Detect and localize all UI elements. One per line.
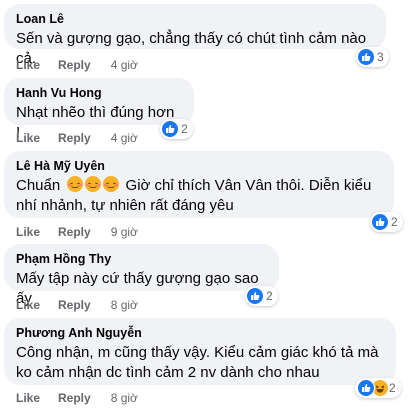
reply-button[interactable]: Reply bbox=[58, 225, 91, 239]
like-button[interactable]: Like bbox=[16, 298, 40, 312]
reaction-count: 2 bbox=[181, 122, 188, 136]
like-reaction-icon bbox=[358, 49, 374, 65]
smiling-blush-emoji-icon bbox=[103, 176, 120, 192]
comment-timestamp[interactable]: 4 giờ bbox=[111, 58, 138, 72]
comment-actions: Like Reply 4 giờ bbox=[16, 130, 138, 146]
reaction-count: 3 bbox=[377, 50, 384, 64]
reaction-count: 2 bbox=[266, 289, 273, 303]
like-button[interactable]: Like bbox=[16, 225, 40, 239]
comment-author[interactable]: Hanh Vu Hong bbox=[16, 85, 182, 101]
reply-button[interactable]: Reply bbox=[58, 391, 91, 405]
reaction-summary[interactable]: 2 bbox=[160, 119, 193, 139]
comment-actions: Like Reply 8 giờ bbox=[16, 390, 138, 406]
comment-text-start: Chuẩn bbox=[16, 177, 61, 194]
reaction-summary[interactable]: 3 bbox=[356, 47, 389, 67]
like-reaction-icon bbox=[247, 288, 263, 304]
reaction-count: 2 bbox=[389, 381, 396, 395]
comment-bubble: Hanh Vu Hong Nhạt nhẽo thì đúng hơn ! bbox=[4, 78, 194, 141]
like-button[interactable]: Like bbox=[16, 131, 40, 145]
comment-actions: Like Reply 4 giờ bbox=[16, 57, 138, 73]
reaction-summary[interactable]: 2 bbox=[355, 378, 401, 398]
comment-author[interactable]: Lê Hà Mỹ Uyên bbox=[16, 158, 382, 174]
comment-author[interactable]: Phạm Hồng Thy bbox=[16, 251, 267, 267]
comment-text: Chuẩn Giờ chỉ thích Vân Vân thôi. Diễn k… bbox=[16, 176, 382, 216]
comment-bubble: Phạm Hồng Thy Mấy tập này cứ thấy gượng … bbox=[4, 244, 279, 307]
comment-bubble: Phương Anh Nguyễn Công nhận, m cũng thấy… bbox=[4, 318, 396, 385]
comment-actions: Like Reply 8 giờ bbox=[16, 297, 138, 313]
comment-timestamp[interactable]: 8 giờ bbox=[111, 391, 138, 405]
reaction-summary[interactable]: 2 bbox=[370, 212, 403, 232]
comment-actions: Like Reply 9 giờ bbox=[16, 224, 138, 240]
comment-text: Công nhận, m cũng thấy vậy. Kiểu cảm giá… bbox=[16, 344, 379, 381]
comment-bubble: Lê Hà Mỹ Uyên Chuẩn Giờ chỉ thích Vân Vâ… bbox=[4, 151, 394, 218]
comment-timestamp[interactable]: 8 giờ bbox=[111, 298, 138, 312]
smiling-blush-emoji-icon bbox=[85, 176, 102, 192]
comment-author[interactable]: Phương Anh Nguyễn bbox=[16, 325, 384, 341]
reaction-summary[interactable]: 2 bbox=[245, 286, 278, 306]
reaction-count: 2 bbox=[391, 215, 398, 229]
like-button[interactable]: Like bbox=[16, 391, 40, 405]
comment-timestamp[interactable]: 4 giờ bbox=[111, 131, 138, 145]
like-reaction-icon bbox=[372, 214, 388, 230]
reply-button[interactable]: Reply bbox=[58, 58, 91, 72]
smiling-blush-emoji-icon bbox=[67, 176, 84, 192]
comment-timestamp[interactable]: 9 giờ bbox=[111, 225, 138, 239]
reply-button[interactable]: Reply bbox=[58, 298, 91, 312]
comment-bubble: Loan Lê Sến và gượng gạo, chẳng thấy có … bbox=[4, 4, 386, 67]
reply-button[interactable]: Reply bbox=[58, 131, 91, 145]
like-reaction-icon bbox=[162, 121, 178, 137]
like-reaction-icon bbox=[357, 379, 375, 397]
like-button[interactable]: Like bbox=[16, 58, 40, 72]
comment-author[interactable]: Loan Lê bbox=[16, 11, 374, 27]
